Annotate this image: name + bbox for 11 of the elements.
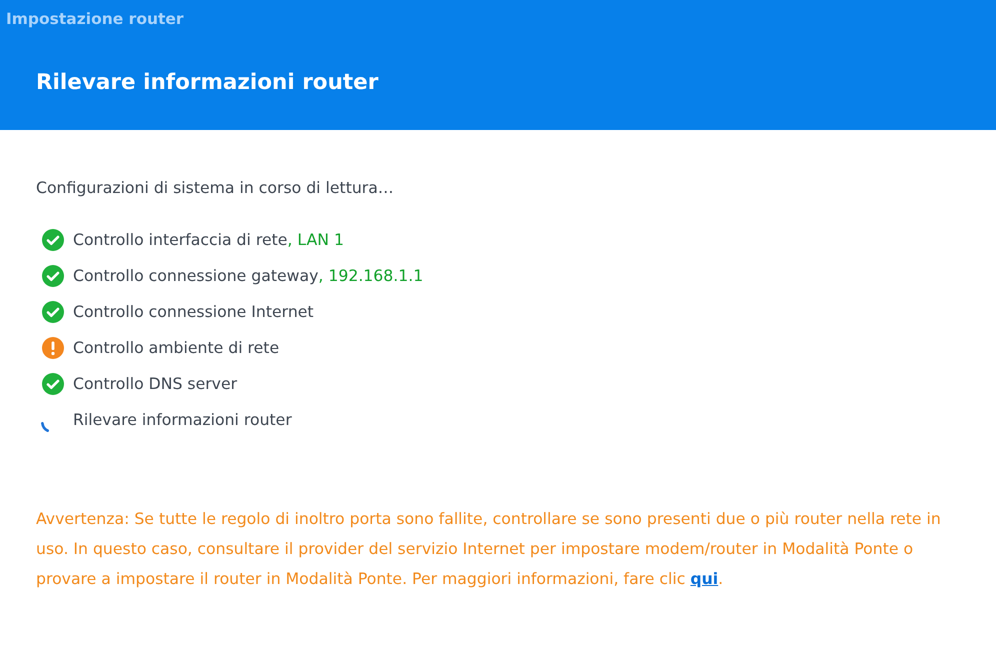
step-label: Controllo DNS server <box>73 372 238 395</box>
window-title: Impostazione router <box>5 9 184 30</box>
step-label: Controllo connessione Internet <box>73 300 314 323</box>
warning-text: Avvertenza: Se tutte le regolo di inoltro porta sono fallite, controllare se sono presenti due o più router nella rete in uso. In questo caso, consultare il provider del servizio Internet per impostare modem/router in Modalità Ponte o provare a impostare il router in Modalità Ponte. Per maggiori informazioni, fare clic qui. <box>36 508 942 590</box>
step-label: Controllo connessione gateway, 192.168.1.1 <box>73 264 424 287</box>
step-label: Rilevare informazioni router <box>73 408 292 431</box>
page-heading: Rilevare informazioni router <box>35 69 378 98</box>
status-text: Configurazioni di sistema in corso di lettura… <box>36 177 394 199</box>
more-info-link[interactable]: qui <box>690 568 718 588</box>
step-label: Controllo interfaccia di rete, LAN 1 <box>73 228 344 251</box>
step-label: Controllo ambiente di rete <box>73 336 280 359</box>
